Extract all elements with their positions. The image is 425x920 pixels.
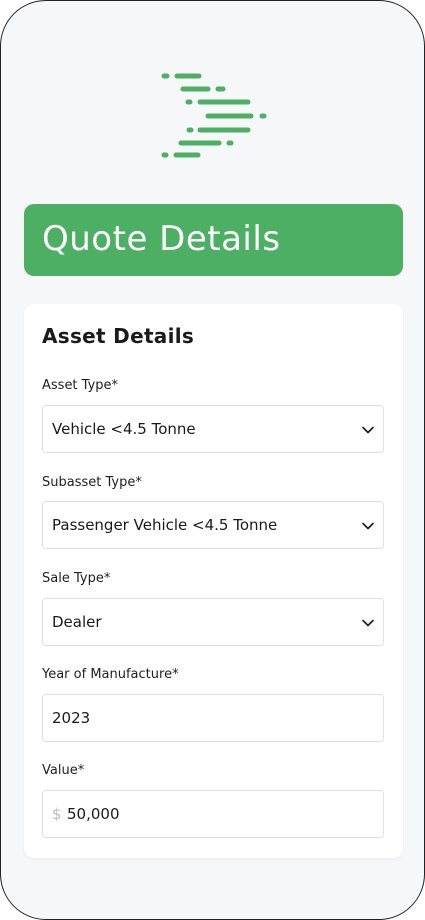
page-title: Quote Details [42, 219, 281, 259]
quote-details-banner: Quote Details [24, 204, 403, 276]
currency-prefix: $ [52, 805, 62, 823]
asset-details-card: Asset Details Asset Type* Vehicle <4.5 T… [24, 304, 403, 858]
chevron-down-icon [362, 426, 374, 434]
asset-type-value: Vehicle <4.5 Tonne [52, 420, 196, 438]
year-of-manufacture-input[interactable]: 2023 [42, 694, 384, 742]
section-title: Asset Details [42, 324, 195, 348]
value-label: Value* [42, 763, 85, 778]
subasset-type-label: Subasset Type* [42, 475, 142, 490]
sale-type-label: Sale Type* [42, 571, 111, 586]
value-amount: 50,000 [67, 805, 120, 823]
chevron-down-icon [362, 522, 374, 530]
chevron-down-icon [362, 619, 374, 627]
value-input[interactable]: $ 50,000 [42, 790, 384, 838]
asset-type-label: Asset Type* [42, 378, 119, 393]
subasset-type-value: Passenger Vehicle <4.5 Tonne [52, 516, 278, 534]
phone-frame: Quote Details Asset Details Asset Type* … [0, 0, 425, 920]
sale-type-value: Dealer [52, 613, 102, 631]
brand-logo-icon [161, 73, 267, 158]
sale-type-select[interactable]: Dealer [42, 598, 384, 646]
year-of-manufacture-label: Year of Manufacture* [42, 667, 179, 682]
subasset-type-select[interactable]: Passenger Vehicle <4.5 Tonne [42, 501, 384, 549]
year-of-manufacture-value: 2023 [52, 709, 91, 727]
asset-type-select[interactable]: Vehicle <4.5 Tonne [42, 405, 384, 453]
